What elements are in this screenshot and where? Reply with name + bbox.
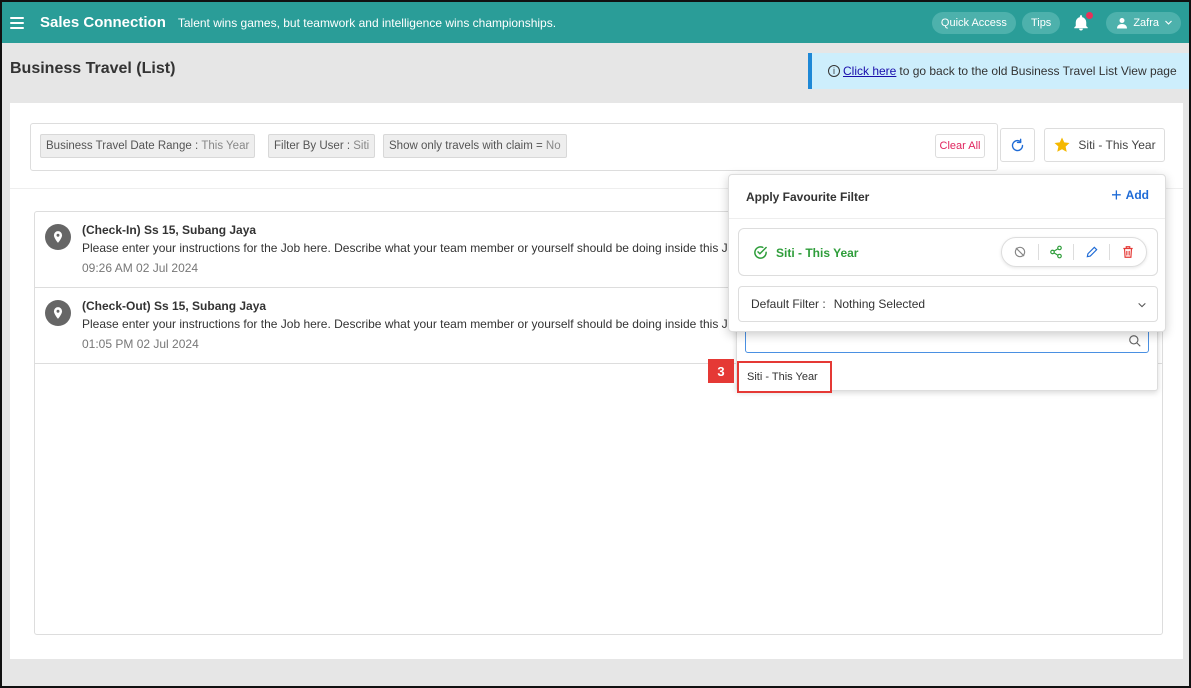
filter-chip-label: Business Travel Date Range : <box>46 140 199 152</box>
filter-chip-date-range[interactable]: Business Travel Date Range : This Year <box>40 134 256 158</box>
old-view-notice: i Click here to go back to the old Busin… <box>808 53 1189 89</box>
list-item-description: Please enter your instructions for the J… <box>82 317 742 331</box>
check-circle-icon <box>754 246 767 259</box>
favourite-search-field <box>745 329 1149 353</box>
brand-name[interactable]: Sales Connection <box>40 14 166 31</box>
list-item-description: Please enter your instructions for the J… <box>82 241 742 255</box>
action-separator <box>1109 244 1111 260</box>
notification-bell-icon[interactable] <box>1072 11 1094 34</box>
chevron-down-icon <box>1138 302 1146 308</box>
clear-all-button[interactable]: Clear All <box>935 134 985 158</box>
notification-dot <box>1086 11 1094 19</box>
user-name: Zafra <box>1133 16 1159 29</box>
page-title: Business Travel (List) <box>10 60 176 77</box>
quick-access-button[interactable]: Quick Access <box>931 11 1016 34</box>
info-icon: i <box>828 65 840 77</box>
filter-chip-label: Filter By User : <box>274 140 351 152</box>
plus-icon: + <box>1111 185 1122 205</box>
list-item-title: (Check-Out) Ss 15, Subang Jaya <box>82 299 267 313</box>
panel-title: Apply Favourite Filter <box>746 190 870 204</box>
favourite-item-actions <box>1001 237 1147 267</box>
edit-icon[interactable] <box>1085 245 1099 259</box>
user-menu-button[interactable]: Zafra <box>1106 11 1181 34</box>
share-icon[interactable] <box>1049 245 1063 259</box>
filter-chip-claim[interactable]: Show only travels with claim = No <box>383 134 567 158</box>
default-filter-label: Default Filter : <box>751 297 826 311</box>
app-frame: Sales Connection Talent wins games, but … <box>0 0 1191 688</box>
favourite-item-name: Siti - This Year <box>776 246 859 260</box>
top-right-controls: Quick Access Tips Zafra <box>931 11 1181 34</box>
page-header: Business Travel (List) i Click here to g… <box>2 43 1189 103</box>
default-filter-value: Nothing Selected <box>833 297 926 311</box>
filter-chip-value: No <box>545 140 561 152</box>
filter-chip-value: This Year <box>201 140 250 152</box>
filter-bar: Business Travel Date Range : This Year F… <box>30 123 998 171</box>
refresh-button[interactable] <box>1000 128 1035 162</box>
trash-icon[interactable] <box>1121 245 1135 259</box>
list-item-title: (Check-In) Ss 15, Subang Jaya <box>82 223 257 237</box>
tips-button[interactable]: Tips <box>1021 11 1061 34</box>
chevron-down-icon <box>1165 20 1172 25</box>
user-icon <box>1117 17 1128 28</box>
filter-chip-label: Show only travels with claim = <box>389 140 543 152</box>
step-badge: 3 <box>708 359 734 383</box>
pin-off-icon[interactable] <box>1013 245 1027 259</box>
list-item-time: 01:05 PM 02 Jul 2024 <box>82 337 199 351</box>
menu-icon[interactable] <box>10 16 24 29</box>
favourite-search-input[interactable] <box>746 330 1148 352</box>
action-separator <box>1037 244 1039 260</box>
location-pin-icon <box>45 300 71 326</box>
favourite-filter-button[interactable]: Siti - This Year <box>1044 128 1165 162</box>
favourite-filter-panel: Apply Favourite Filter + Add Siti - This… <box>728 174 1166 332</box>
location-pin-icon <box>45 224 71 250</box>
default-filter-select[interactable]: Default Filter : Nothing Selected <box>738 286 1158 322</box>
add-favourite-button[interactable]: + Add <box>1111 185 1149 205</box>
list-item-time: 09:26 AM 02 Jul 2024 <box>82 261 199 275</box>
dropdown-option[interactable]: Siti - This Year <box>737 361 832 393</box>
favourite-filter-label: Siti - This Year <box>1078 138 1156 152</box>
filter-chip-value: Siti <box>353 140 370 152</box>
add-label: Add <box>1125 188 1149 202</box>
refresh-icon <box>1011 138 1024 151</box>
old-view-text: to go back to the old Business Travel Li… <box>899 64 1177 78</box>
search-icon <box>1129 335 1141 347</box>
star-icon <box>1054 137 1070 152</box>
slogan: Talent wins games, but teamwork and inte… <box>177 15 557 30</box>
top-navbar: Sales Connection Talent wins games, but … <box>2 2 1189 43</box>
favourite-search-dropdown: Siti - This Year <box>736 322 1158 393</box>
filter-chip-user[interactable]: Filter By User : Siti <box>268 134 376 158</box>
old-view-link[interactable]: Click here <box>843 64 896 78</box>
panel-header: Apply Favourite Filter + Add <box>729 175 1165 219</box>
action-separator <box>1073 244 1075 260</box>
favourite-item[interactable]: Siti - This Year <box>738 228 1158 276</box>
